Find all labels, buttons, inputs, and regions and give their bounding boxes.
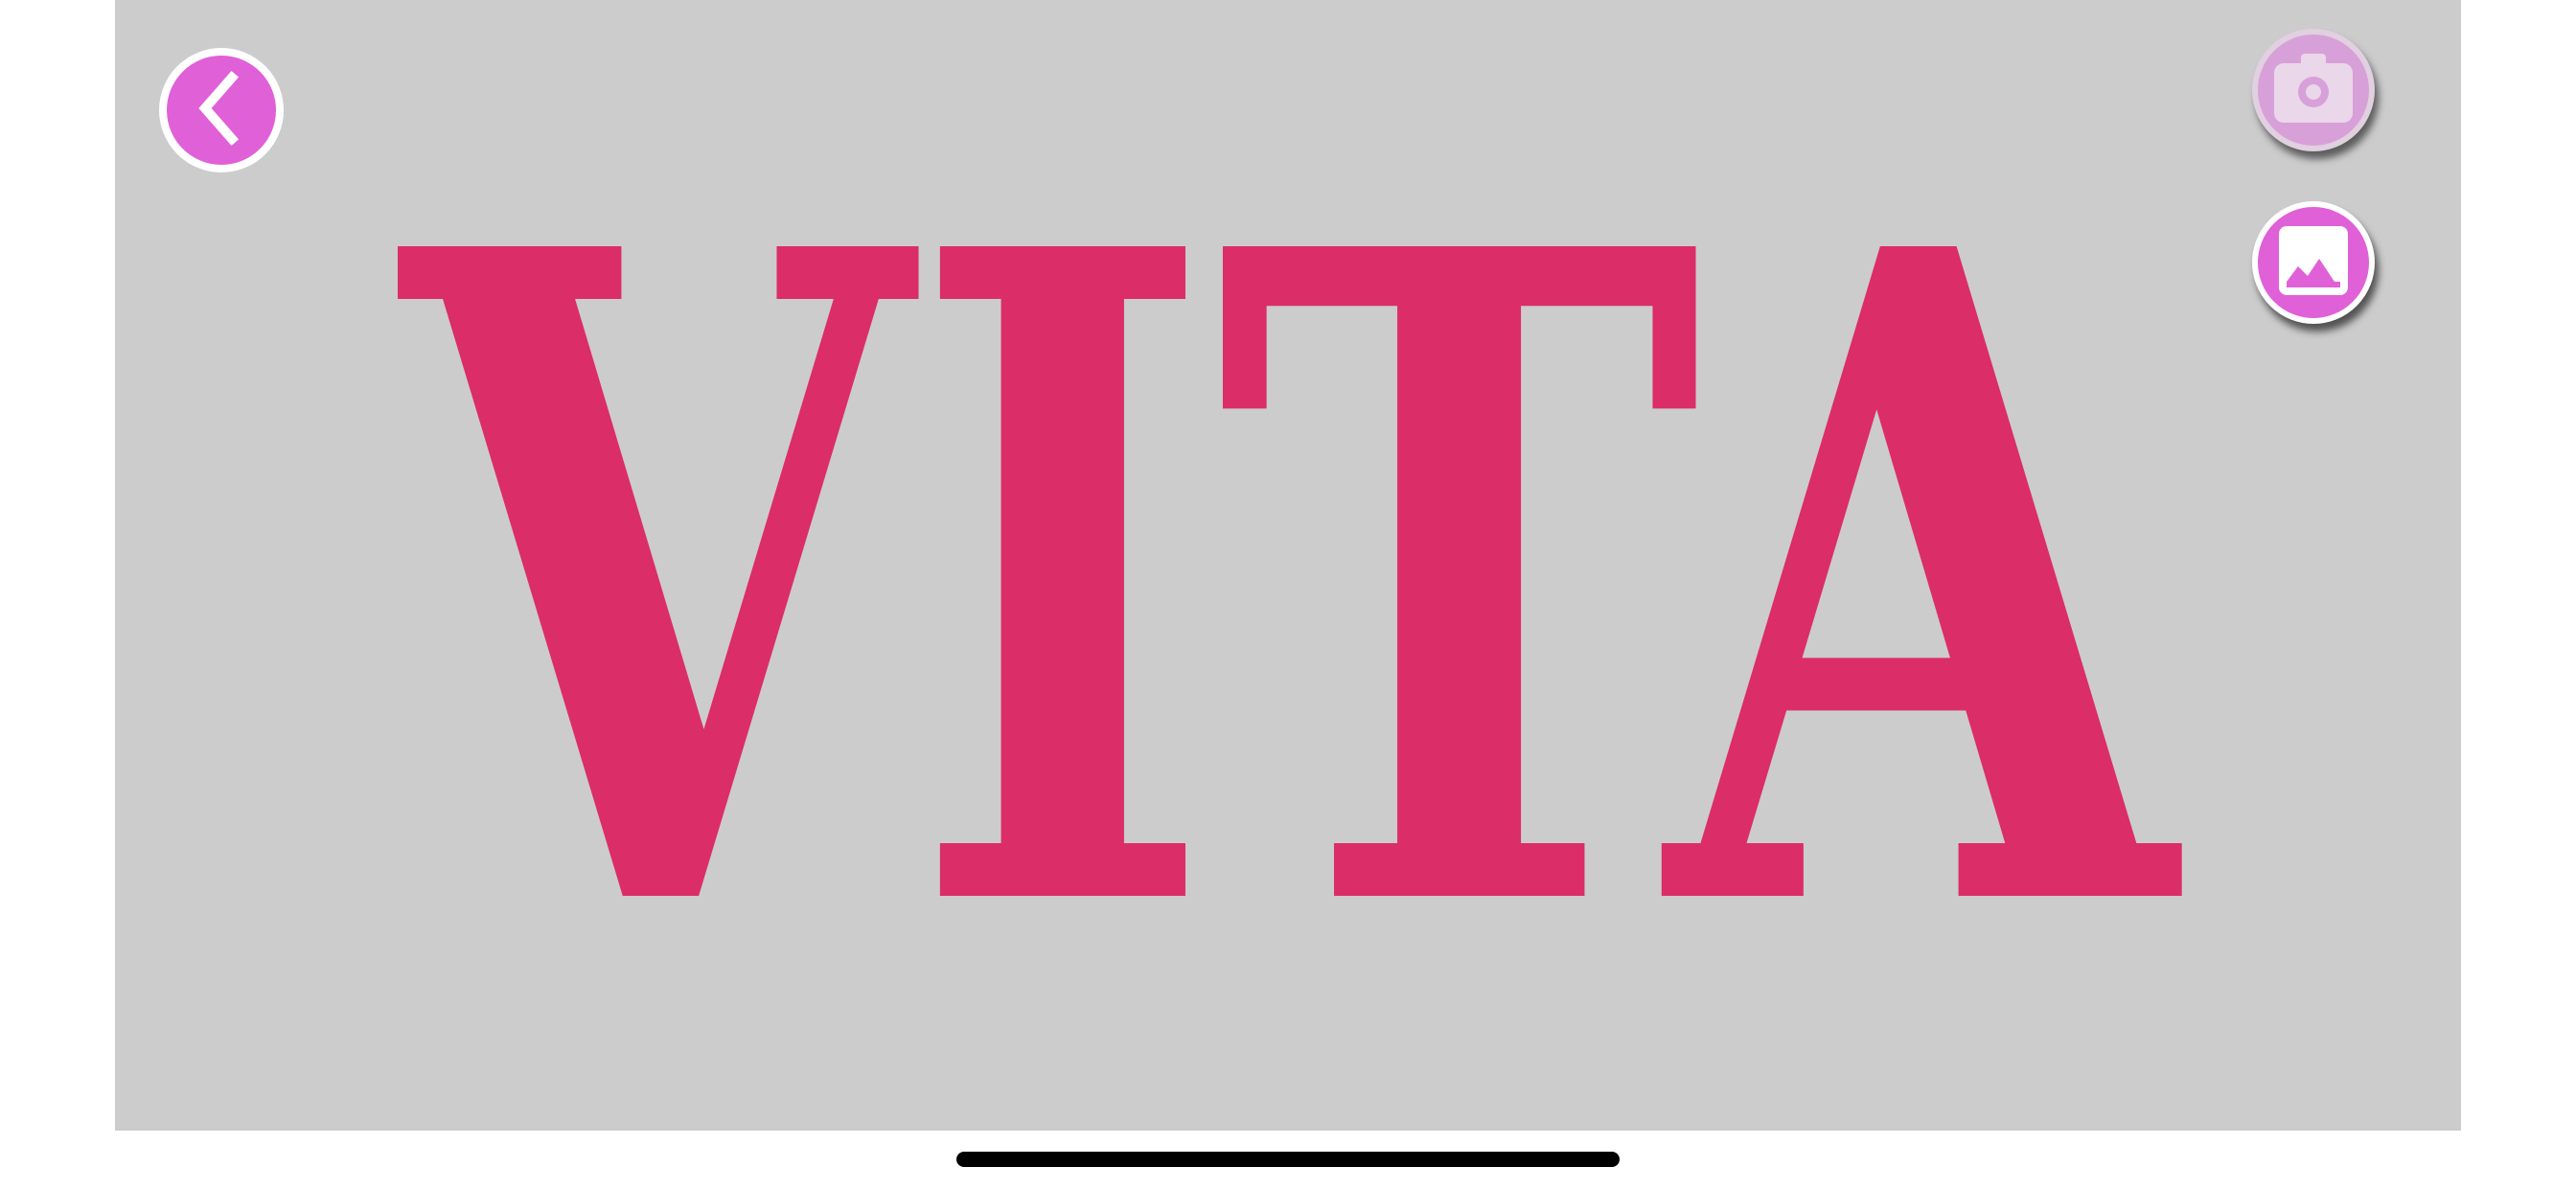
camera-button[interactable] <box>2252 29 2375 151</box>
word-text: VITA <box>391 60 2188 1107</box>
word-svg: VITA <box>391 60 2188 1107</box>
word-display: VITA <box>115 0 2461 1131</box>
image-gallery-icon <box>2275 222 2352 304</box>
chevron-left-icon <box>188 70 255 151</box>
drawing-canvas[interactable]: VITA <box>115 0 2461 1131</box>
gallery-button[interactable] <box>2252 201 2375 324</box>
back-button[interactable] <box>159 48 284 172</box>
camera-icon <box>2270 50 2357 131</box>
home-indicator[interactable] <box>956 1152 1620 1167</box>
